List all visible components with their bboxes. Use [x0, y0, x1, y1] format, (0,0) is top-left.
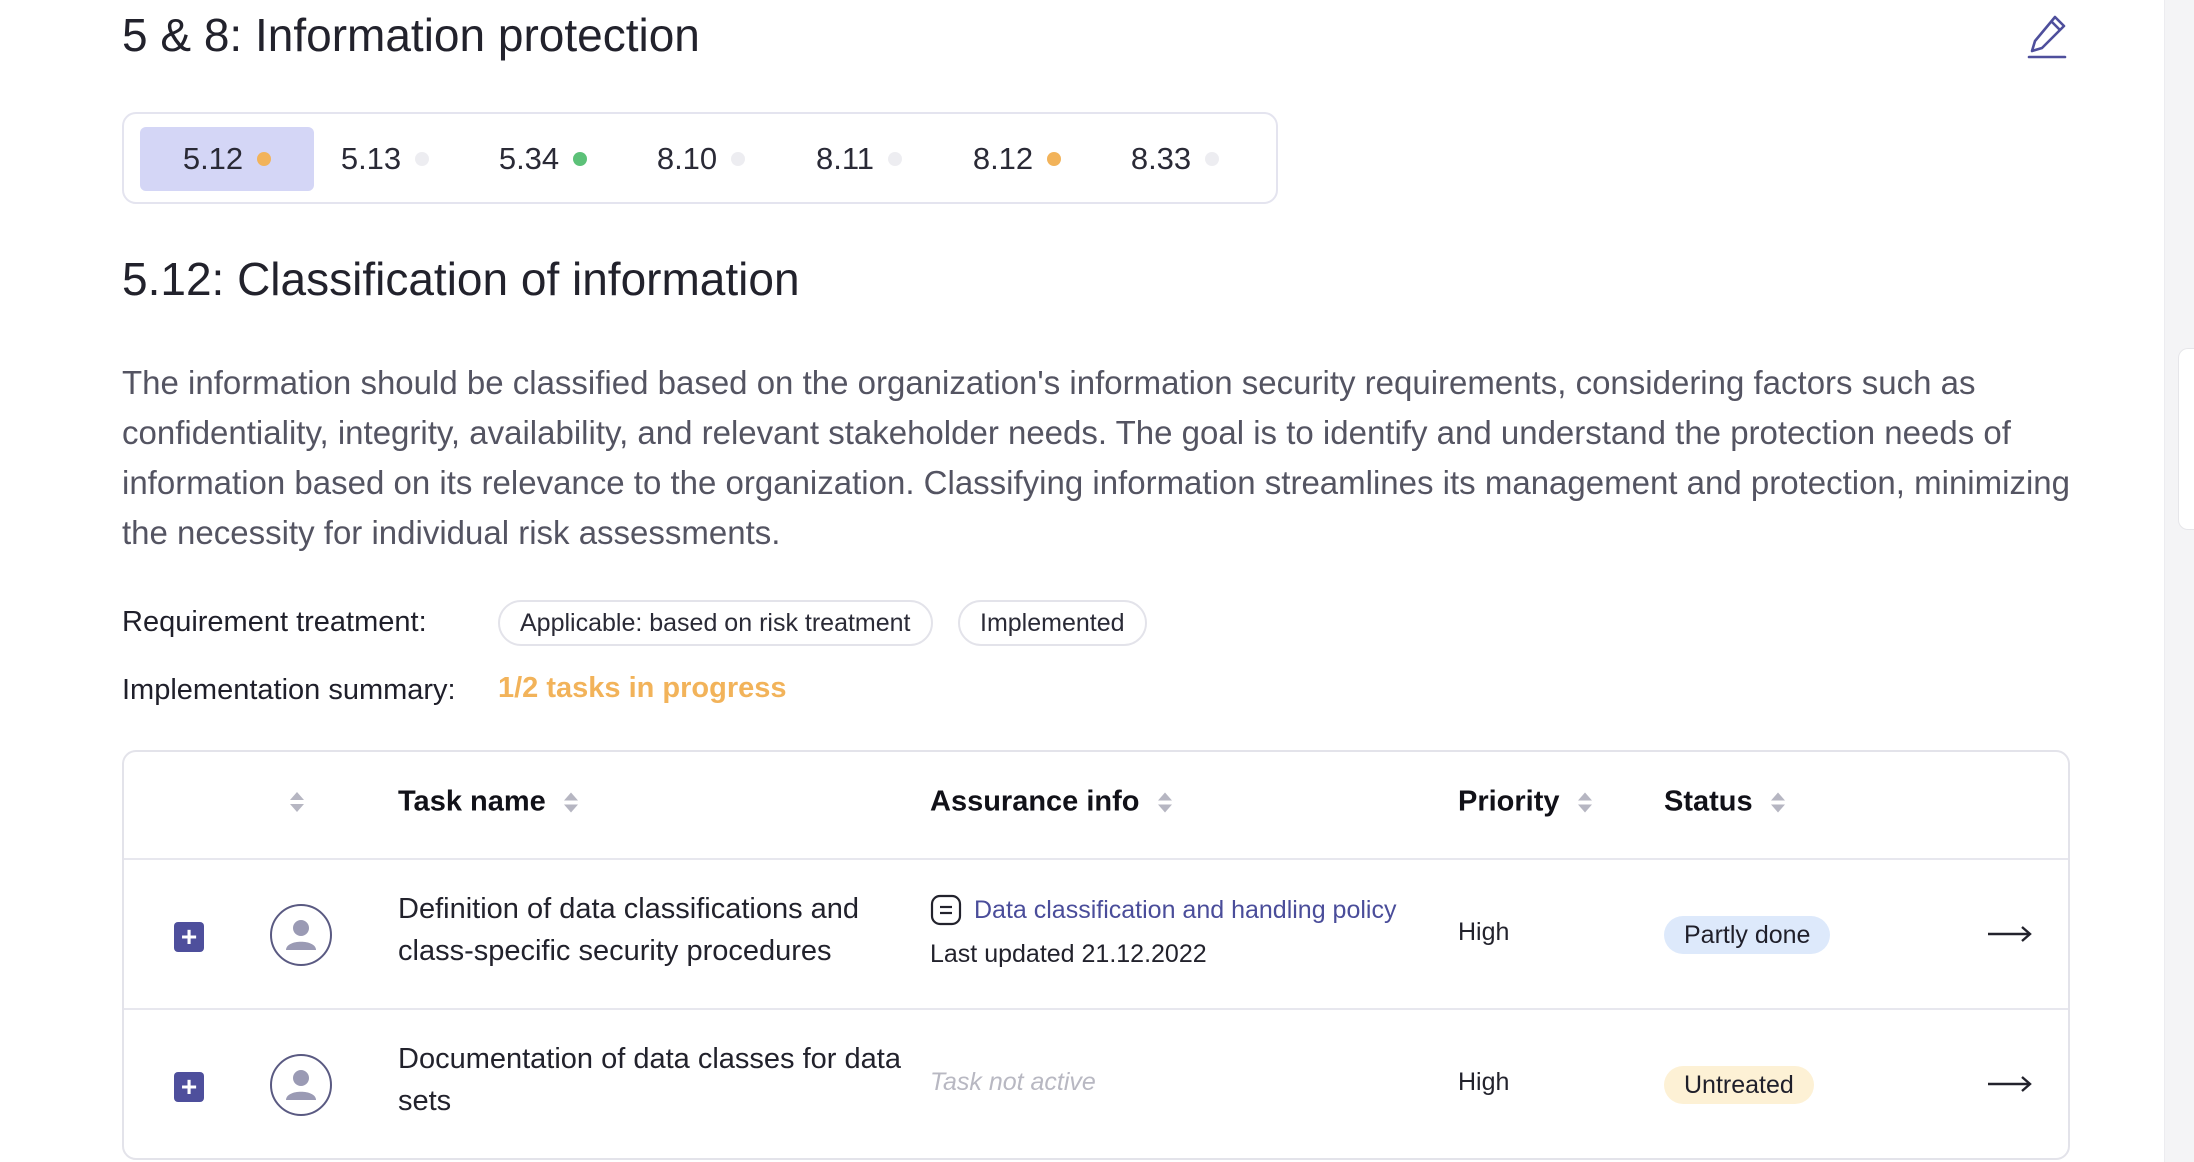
edit-button[interactable]	[2022, 10, 2072, 62]
sort-icon	[290, 792, 304, 812]
status-dot	[257, 152, 272, 166]
tab-8-33[interactable]: 8.33	[1088, 127, 1262, 191]
assurance-link-text: Data classification and handling policy	[974, 895, 1397, 924]
status-dot	[573, 152, 588, 166]
tab-8-12[interactable]: 8.12	[930, 127, 1104, 191]
tab-5-34[interactable]: 5.34	[456, 127, 630, 191]
priority-value: High	[1458, 918, 1510, 946]
task-not-active-text: Task not active	[930, 1068, 1096, 1096]
assurance-document-link[interactable]: Data classification and handling policy	[930, 894, 1396, 926]
task-table: Task name Assurance info Priority Status…	[122, 750, 2070, 1160]
status-dot	[415, 152, 430, 166]
pencil-icon	[2027, 15, 2067, 59]
requirement-treatment-label: Requirement treatment:	[122, 606, 427, 638]
sort-icon	[1157, 792, 1172, 812]
document-icon	[930, 894, 962, 926]
expand-row-button[interactable]: +	[174, 922, 204, 952]
status-dot	[731, 152, 746, 166]
assurance-info-header[interactable]: Assurance info	[930, 786, 1172, 819]
header-label: Priority	[1458, 785, 1560, 818]
expand-row-button[interactable]: +	[174, 1072, 204, 1102]
task-name: Definition of data classifications and c…	[398, 893, 860, 967]
priority-header[interactable]: Priority	[1458, 786, 1592, 819]
status-header[interactable]: Status	[1664, 786, 1785, 819]
header-label: Assurance info	[930, 785, 1140, 818]
status-badge: Untreated	[1664, 1066, 1814, 1104]
arrow-right-icon[interactable]	[1986, 916, 2034, 952]
tab-label: 8.12	[972, 141, 1034, 176]
task-name-header[interactable]: Task name	[398, 786, 578, 819]
status-dot	[888, 152, 903, 166]
last-updated: Last updated 21.12.2022	[930, 940, 1207, 968]
table-row[interactable]: + Documentation of data classes for data…	[124, 1010, 2068, 1158]
sort-column-header[interactable]	[290, 792, 304, 812]
task-name: Documentation of data classes for data s…	[398, 1043, 901, 1117]
tab-label: 5.34	[498, 141, 560, 176]
tab-8-10[interactable]: 8.10	[614, 127, 788, 191]
sort-icon	[1770, 792, 1785, 812]
tab-label: 8.33	[1130, 141, 1192, 176]
section-title: 5 & 8: Information protection	[122, 9, 700, 61]
requirement-description: The information should be classified bas…	[122, 364, 2070, 551]
user-avatar-icon[interactable]	[270, 904, 332, 966]
status-badge: Partly done	[1664, 916, 1831, 954]
tab-label: 8.11	[815, 141, 875, 176]
control-tabs: 5.12 5.13 5.34 8.10 8.11 8.12 8.33	[122, 112, 1278, 204]
header-label: Task name	[398, 785, 546, 818]
priority-value: High	[1458, 1068, 1510, 1096]
sort-icon	[563, 792, 578, 812]
implementation-summary-label: Implementation summary:	[122, 674, 456, 706]
scrollbar-thumb[interactable]	[2178, 348, 2194, 530]
treatment-chip-applicable: Applicable: based on risk treatment	[498, 600, 933, 646]
tab-label: 5.12	[182, 141, 244, 176]
tab-8-11[interactable]: 8.11	[772, 127, 946, 191]
status-dot	[1205, 152, 1220, 166]
scrollbar-track[interactable]	[2164, 0, 2194, 1162]
tab-5-13[interactable]: 5.13	[298, 127, 472, 191]
tab-5-12[interactable]: 5.12	[140, 127, 314, 191]
header-label: Status	[1664, 785, 1753, 818]
page: 5 & 8: Information protection 5.12 5.13 …	[0, 0, 2194, 1162]
user-avatar-icon[interactable]	[270, 1054, 332, 1116]
status-dot	[1047, 152, 1062, 166]
tab-label: 8.10	[656, 141, 718, 176]
implementation-summary-value: 1/2 tasks in progress	[498, 672, 787, 704]
arrow-right-icon[interactable]	[1986, 1066, 2034, 1102]
table-row[interactable]: + Definition of data classifications and…	[124, 860, 2068, 1008]
tab-label: 5.13	[340, 141, 402, 176]
requirement-title: 5.12: Classification of information	[122, 253, 800, 305]
sort-icon	[1577, 792, 1592, 812]
treatment-chip-implemented: Implemented	[958, 600, 1147, 646]
